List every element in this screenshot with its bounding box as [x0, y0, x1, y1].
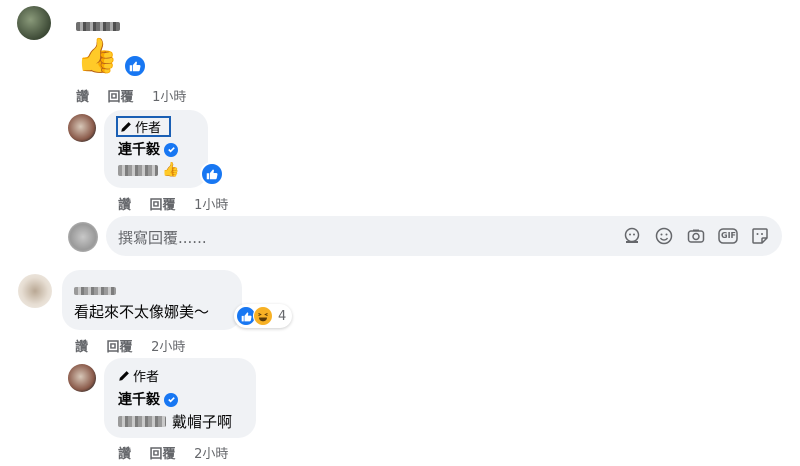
author-name[interactable]: 連千毅: [118, 139, 178, 159]
commenter-name-blurred[interactable]: [76, 16, 120, 35]
commenter-avatar[interactable]: [18, 274, 52, 308]
reply-2-text: 戴帽子啊: [172, 413, 233, 431]
like-reaction-icon[interactable]: [123, 54, 147, 78]
reply-1-bubble: 作者 連千毅 👍: [104, 110, 208, 188]
timestamp[interactable]: 2小時: [194, 447, 228, 462]
thumbs-up-emoji-small: 👍: [162, 162, 180, 178]
reply-link[interactable]: 回覆: [108, 90, 134, 105]
avatar-sticker-icon[interactable]: [622, 226, 642, 246]
like-link[interactable]: 讚: [76, 90, 89, 105]
pencil-icon: [121, 121, 131, 132]
reply-2-text-row: 戴帽子啊: [118, 411, 232, 432]
timestamp[interactable]: 2小時: [151, 340, 185, 355]
comment-1-actions: 讚 回覆 1小時: [76, 86, 200, 105]
author-name[interactable]: 連千毅: [118, 389, 178, 409]
reply-link[interactable]: 回覆: [150, 198, 176, 213]
verified-badge-icon: [164, 142, 178, 157]
reply-1-text: 👍: [118, 162, 179, 178]
reply-1-actions: 讚 回覆 1小時: [118, 194, 242, 213]
sticker-icon[interactable]: [750, 226, 770, 246]
reply-composer[interactable]: 撰寫回覆...... GIF: [106, 216, 782, 256]
like-link[interactable]: 讚: [118, 198, 131, 213]
reply-2-actions: 讚 回覆 2小時: [118, 443, 242, 462]
gif-icon[interactable]: GIF: [718, 226, 738, 246]
thumbs-up-emoji: 👍: [76, 36, 119, 76]
emoji-icon[interactable]: [654, 226, 674, 246]
like-link[interactable]: 讚: [118, 447, 131, 462]
reaction-summary[interactable]: 4: [234, 304, 293, 328]
comment-2-bubble: 看起來不太像娜美～: [62, 270, 242, 330]
author-tag: 作者: [118, 366, 159, 385]
camera-icon[interactable]: [686, 226, 706, 246]
commenter-name-blurred[interactable]: [74, 280, 116, 299]
pencil-icon: [119, 370, 129, 381]
author-avatar[interactable]: [68, 114, 96, 142]
author-tag-label: 作者: [133, 370, 160, 385]
mention-blurred[interactable]: [118, 416, 166, 427]
haha-reaction-icon: [253, 306, 273, 326]
reply-link[interactable]: 回覆: [107, 340, 133, 355]
author-tag-label: 作者: [135, 121, 162, 136]
comment-2-text: 看起來不太像娜美～: [74, 303, 210, 321]
commenter-avatar[interactable]: [17, 6, 51, 40]
reply-input[interactable]: 撰寫回覆......: [118, 227, 207, 248]
mention-blurred[interactable]: [118, 164, 158, 176]
like-reaction-icon[interactable]: [200, 162, 224, 186]
reply-2-bubble: 作者 連千毅 戴帽子啊: [104, 358, 256, 438]
reply-link[interactable]: 回覆: [150, 447, 176, 462]
timestamp[interactable]: 1小時: [152, 90, 186, 105]
timestamp[interactable]: 1小時: [194, 198, 228, 213]
verified-badge-icon: [164, 392, 178, 407]
current-user-avatar: [68, 222, 98, 252]
gif-label: GIF: [721, 231, 737, 240]
comment-2-actions: 讚 回覆 2小時: [75, 336, 199, 355]
author-tag: 作者: [116, 116, 172, 137]
author-avatar[interactable]: [68, 364, 96, 392]
like-link[interactable]: 讚: [75, 340, 88, 355]
reaction-count: 4: [278, 308, 287, 324]
